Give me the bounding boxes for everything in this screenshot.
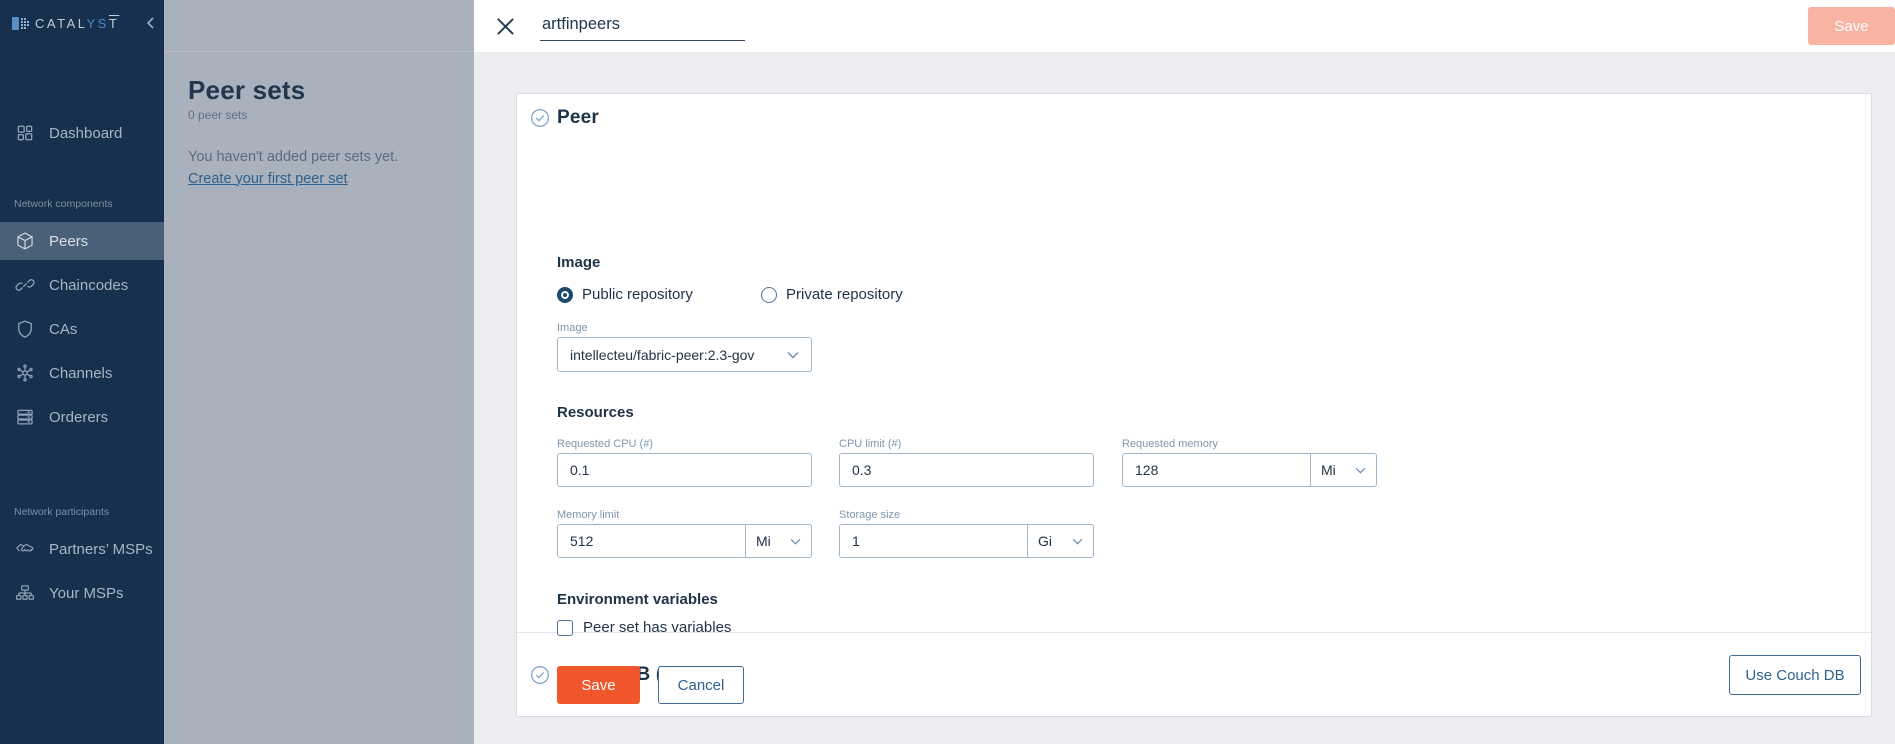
cpu-limit-label: CPU limit (#): [839, 438, 1094, 450]
empty-state-text: You haven't added peer sets yet.: [188, 148, 450, 168]
sidebar-item-label: Chaincodes: [49, 277, 128, 294]
requested-memory-unit-select[interactable]: Mi: [1310, 454, 1376, 486]
chain-icon: [14, 275, 36, 295]
org-chart-icon: [14, 583, 36, 603]
check-circle-icon: [530, 108, 550, 128]
logo: CATALYST: [0, 0, 164, 36]
peer-set-has-variables-checkbox[interactable]: [557, 620, 573, 636]
peer-section-title: Peer: [557, 107, 599, 129]
peer-sets-count: 0 peer sets: [188, 108, 450, 122]
peer-section: Peer Image Public repository Private rep: [517, 94, 1871, 633]
sidebar-item-label: Peers: [49, 233, 88, 250]
cpu-limit-input[interactable]: [839, 453, 1094, 487]
server-stack-icon: [14, 407, 36, 427]
shield-icon: [14, 319, 36, 339]
sidebar-collapse-chevron-left-icon[interactable]: [146, 17, 156, 29]
memory-limit-input[interactable]: [558, 525, 745, 557]
check-circle-icon: [530, 665, 550, 685]
sidebar-item-label: CAs: [49, 321, 77, 338]
memory-limit-unit-select[interactable]: Mi: [745, 525, 811, 557]
chevron-down-icon: [787, 351, 799, 359]
sidebar-item-label: Dashboard: [49, 125, 122, 142]
network-icon: [14, 363, 36, 383]
environment-variables-heading: Environment variables: [557, 591, 718, 608]
panel-title: Peer sets: [188, 75, 450, 106]
storage-size-unit-select[interactable]: Gi: [1027, 525, 1093, 557]
peer-set-name-input[interactable]: [540, 11, 745, 41]
handshake-icon: [14, 539, 36, 559]
sidebar-section-network-participants: Network participants: [0, 506, 164, 518]
chevron-down-icon: [1355, 467, 1366, 474]
sidebar-item-partners-msps[interactable]: Partners’ MSPs: [0, 530, 164, 568]
chevron-down-icon: [1072, 538, 1083, 545]
logo-wordmark: CATALYST: [35, 16, 119, 31]
cube-icon: [14, 231, 36, 251]
requested-cpu-label: Requested CPU (#): [557, 438, 812, 450]
storage-size-label: Storage size: [839, 509, 1094, 521]
sidebar-item-label: Partners’ MSPs: [49, 541, 153, 558]
use-couch-db-button[interactable]: Use Couch DB: [1729, 655, 1861, 695]
sidebar-item-label: Your MSPs: [49, 585, 123, 602]
close-icon[interactable]: [492, 13, 518, 39]
peer-form-card: Peer Image Public repository Private rep: [516, 93, 1872, 717]
sidebar-section-network-components: Network components: [0, 198, 164, 210]
panel-divider: [164, 51, 474, 52]
peer-sets-panel: Peer sets 0 peer sets You haven't added …: [164, 0, 474, 744]
sidebar-item-label: Channels: [49, 365, 112, 382]
sidebar-item-label: Orderers: [49, 409, 108, 426]
requested-memory-label: Requested memory: [1122, 438, 1377, 450]
sidebar-item-orderers[interactable]: Orderers: [0, 398, 164, 436]
sidebar-item-peers[interactable]: Peers: [0, 222, 164, 260]
radio-unselected-icon: [761, 287, 777, 303]
image-select-label: Image: [557, 322, 812, 334]
sidebar-item-your-msps[interactable]: Your MSPs: [0, 574, 164, 612]
storage-size-input[interactable]: [840, 525, 1027, 557]
sidebar-item-cas[interactable]: CAs: [0, 310, 164, 348]
catalyst-logo-icon: [12, 16, 29, 31]
sidebar-item-chaincodes[interactable]: Chaincodes: [0, 266, 164, 304]
form-save-button[interactable]: Save: [557, 666, 640, 704]
public-repository-radio[interactable]: Public repository: [557, 286, 747, 303]
form-cancel-button[interactable]: Cancel: [658, 666, 744, 704]
requested-memory-input[interactable]: [1123, 454, 1310, 486]
resources-heading: Resources: [557, 404, 634, 421]
topbar: Save: [474, 0, 1895, 52]
memory-limit-label: Memory limit: [557, 509, 812, 521]
create-first-peer-set-link[interactable]: Create your first peer set: [188, 171, 348, 187]
sidebar: CATALYST Dashboard Network components Pe…: [0, 0, 164, 744]
requested-cpu-input[interactable]: [557, 453, 812, 487]
radio-selected-icon: [557, 287, 573, 303]
private-repository-radio[interactable]: Private repository: [761, 286, 951, 303]
topbar-save-button[interactable]: Save: [1808, 7, 1895, 45]
content-area: Peer Image Public repository Private rep: [474, 52, 1895, 744]
app-window: CATALYST Dashboard Network components Pe…: [0, 0, 1895, 744]
chevron-down-icon: [790, 538, 801, 545]
checkbox-label: Peer set has variables: [583, 619, 731, 636]
image-select[interactable]: intellecteu/fabric-peer:2.3-gov: [557, 337, 812, 372]
image-heading: Image: [557, 254, 600, 271]
dashboard-icon: [14, 123, 36, 143]
sidebar-item-dashboard[interactable]: Dashboard: [0, 114, 164, 152]
sidebar-item-channels[interactable]: Channels: [0, 354, 164, 392]
repository-radio-group: Public repository Private repository: [557, 286, 951, 303]
main-area: Save Peer Image: [474, 0, 1895, 744]
